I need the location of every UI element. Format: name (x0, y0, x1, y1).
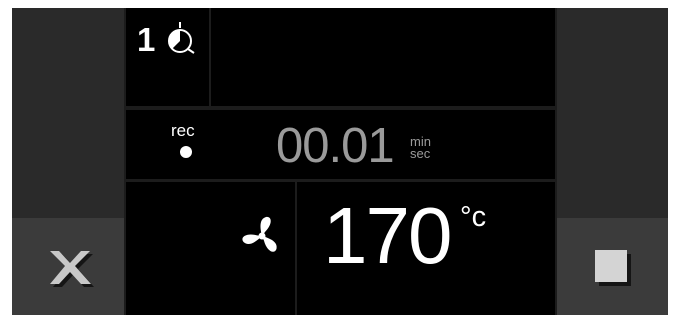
fan-icon (242, 216, 277, 252)
temperature-value: 170 (323, 191, 452, 280)
rec-label: rec (171, 121, 195, 140)
fan-cell[interactable] (126, 182, 295, 315)
temperature-cell[interactable]: 170 °c (297, 182, 555, 315)
program-step-cell[interactable]: 1 (126, 8, 209, 106)
right-side-panel (557, 8, 668, 218)
left-side-panel (12, 8, 124, 218)
info-cell (211, 8, 555, 106)
program-step-number: 1 (137, 21, 156, 58)
timer-row[interactable]: rec 00.01 min sec (126, 110, 555, 179)
close-x-icon (50, 251, 94, 287)
timer-icon (168, 22, 195, 54)
temperature-unit: °c (460, 201, 487, 233)
cancel-button[interactable] (12, 218, 124, 315)
record-dot-icon (180, 146, 192, 158)
timer-unit-sec: sec (410, 146, 431, 161)
stop-button[interactable] (557, 218, 668, 315)
stop-square-icon (595, 250, 627, 282)
timer-value: 00.01 (276, 119, 395, 173)
